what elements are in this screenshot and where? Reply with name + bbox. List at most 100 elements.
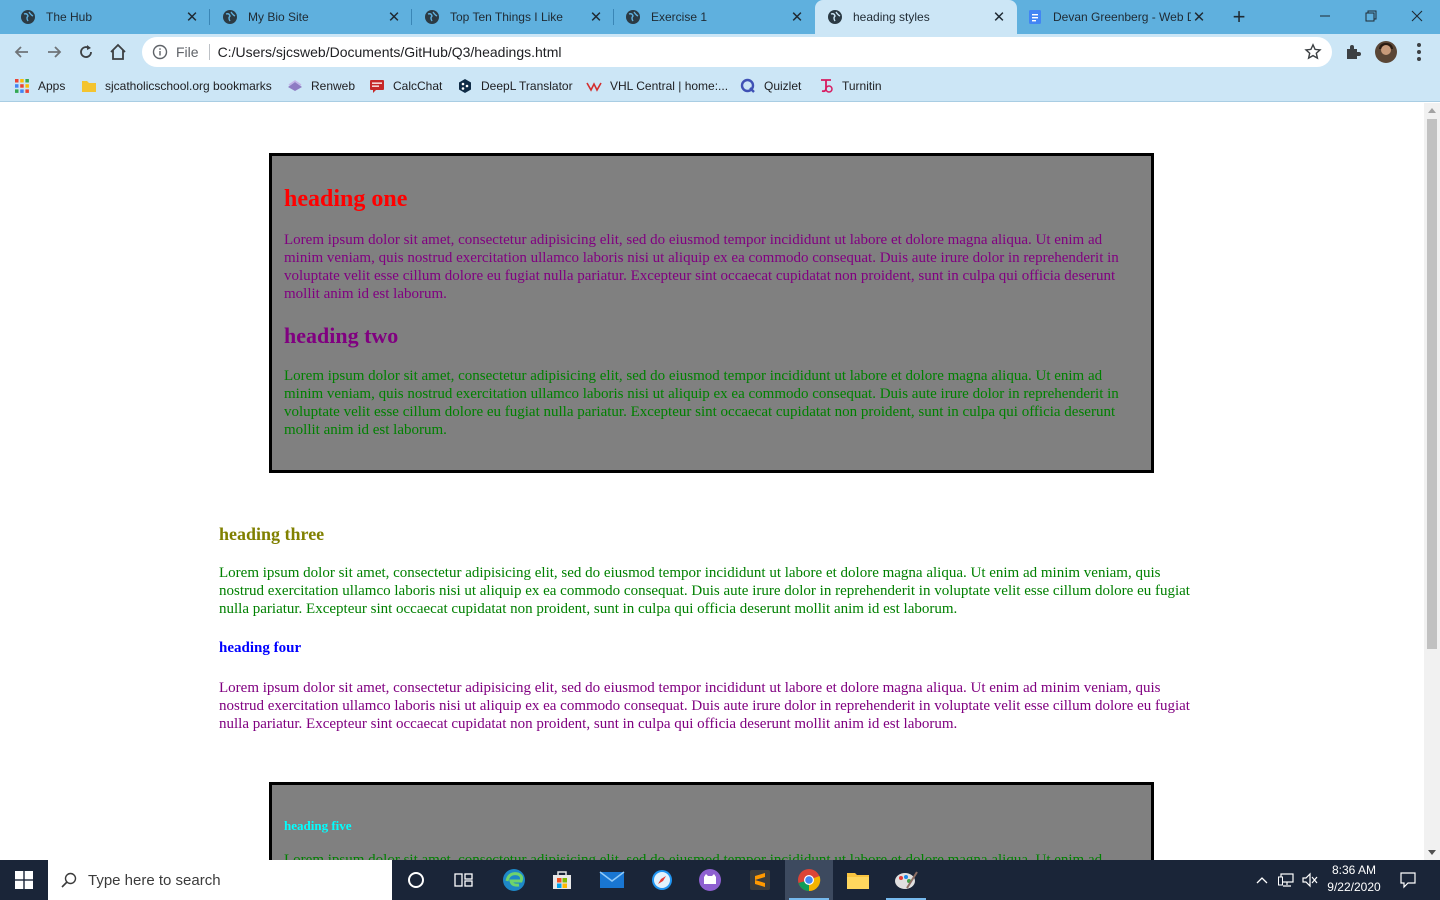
clock-date: 9/22/2020 [1327,880,1381,894]
paint-icon [895,871,918,889]
globe-icon [223,10,237,24]
reload-button[interactable] [72,38,100,66]
globe-icon [626,10,640,24]
file-explorer-icon [847,873,869,889]
scroll-up-arrow-icon[interactable] [1424,103,1440,117]
tab-devan-greenberg[interactable]: Devan Greenberg - Web D ✕ [1017,0,1217,34]
heading-five: heading five [284,818,352,833]
mail-icon [599,871,625,888]
close-icon[interactable]: ✕ [789,9,805,26]
chrome-app[interactable] [785,860,833,900]
close-window-button[interactable] [1394,0,1440,32]
scroll-down-arrow-icon[interactable] [1424,846,1440,860]
tray-overflow-button[interactable] [1252,860,1272,900]
paragraph-four: Lorem ipsum dolor sit amet, consectetur … [219,680,1190,732]
bookmark-deepl[interactable]: DeepL Translator [457,70,573,102]
minimize-button[interactable] [1302,0,1348,32]
task-view-button[interactable] [440,860,488,900]
file-explorer-app[interactable] [834,860,882,900]
paint-app[interactable] [882,860,930,900]
tab-heading-styles[interactable]: heading styles ✕ [815,0,1017,34]
paragraph-three: Lorem ipsum dolor sit amet, consectetur … [219,565,1190,617]
search-placeholder: Type here to search [88,871,221,889]
tab-title: Top Ten Things I Like [450,10,563,24]
bookmark-apps[interactable]: Apps [14,70,65,102]
safari-app[interactable] [638,860,686,900]
cortana-button[interactable] [392,860,440,900]
start-button[interactable] [0,860,48,900]
vhl-icon [586,82,602,92]
deepl-icon [459,79,471,93]
bookmark-star-icon[interactable] [1304,43,1322,61]
bookmark-renweb[interactable]: Renweb [287,70,355,102]
github-desktop-icon [699,869,721,891]
bookmark-turnitin[interactable]: Turnitin [818,70,882,102]
bookmark-label: Apps [38,79,66,93]
github-desktop-app[interactable] [686,860,734,900]
search-icon [61,872,77,888]
apps-grid-icon [15,79,29,93]
browser-menu-button[interactable] [1408,41,1430,63]
mail-app[interactable] [588,860,636,900]
sublime-text-app[interactable] [736,860,784,900]
tab-title: The Hub [46,10,93,24]
minimize-icon [1320,15,1330,17]
close-icon[interactable]: ✕ [386,9,402,26]
close-icon[interactable]: ✕ [588,9,604,26]
folder-icon [82,81,96,92]
bookmark-quizlet[interactable]: Quizlet [740,70,801,102]
tab-title: My Bio Site [248,10,309,24]
bookmark-label: sjcatholicschool.org bookmarks [105,79,272,93]
store-icon [553,871,571,889]
extensions-puzzle-icon[interactable] [1342,41,1364,63]
tab-my-bio-site[interactable]: My Bio Site ✕ [202,0,412,34]
clock-time: 8:36 AM [1331,863,1377,877]
styled-box-two: heading five Lorem ipsum dolor sit amet,… [269,782,1154,860]
task-view-icon [454,873,473,887]
taskbar-search-box[interactable]: Type here to search [48,860,392,900]
restore-icon [1365,10,1377,22]
heading-two: heading two [284,323,399,348]
back-button[interactable] [8,38,36,66]
close-icon[interactable]: ✕ [991,9,1007,26]
windows-logo-icon [15,871,33,889]
restore-button[interactable] [1348,0,1394,32]
windows-taskbar: Type here to search 8:36 AM 9/22/2020 [0,860,1440,900]
action-center-button[interactable] [1394,860,1422,900]
profile-avatar[interactable] [1375,41,1397,63]
page-viewport: heading one Lorem ipsum dolor sit amet, … [0,103,1424,860]
bookmark-sjcatholicschool[interactable]: sjcatholicschool.org bookmarks [81,70,272,102]
bookmark-label: Turnitin [842,79,882,93]
close-icon[interactable]: ✕ [184,9,200,26]
info-icon[interactable] [152,44,168,60]
tab-exercise-1[interactable]: Exercise 1 ✕ [605,0,815,34]
url-text[interactable]: C:/Users/sjcsweb/Documents/GitHub/Q3/hea… [218,44,562,60]
globe-icon [425,10,439,24]
scrollbar-thumb[interactable] [1427,119,1437,649]
paragraph-two: Lorem ipsum dolor sit amet, consectetur … [284,368,1119,438]
tab-the-hub[interactable]: The Hub ✕ [0,0,210,34]
tab-title: Exercise 1 [651,10,708,24]
network-button[interactable] [1276,860,1298,900]
tab-top-ten-things[interactable]: Top Ten Things I Like ✕ [404,0,614,34]
address-bar[interactable]: File C:/Users/sjcsweb/Documents/GitHub/Q… [142,37,1332,67]
close-icon[interactable]: ✕ [1191,9,1207,26]
bookmark-calcchat[interactable]: CalcChat [369,70,442,102]
renweb-icon [288,80,302,91]
new-tab-button[interactable]: + [1226,4,1252,29]
tab-title: heading styles [853,10,930,24]
vertical-scrollbar[interactable] [1424,103,1440,860]
network-icon [1278,873,1294,887]
store-app[interactable] [538,860,586,900]
reload-icon [80,45,92,58]
chrome-icon [798,869,821,892]
forward-button[interactable] [40,38,68,66]
paragraph-five: Lorem ipsum dolor sit amet, consectetur … [284,852,1103,860]
bookmark-vhl-central[interactable]: VHL Central | home:... [586,70,728,102]
sublime-text-icon [750,870,770,890]
edge-app[interactable] [490,860,538,900]
home-button[interactable] [104,38,132,66]
close-icon [1411,10,1423,22]
system-clock[interactable]: 8:36 AM 9/22/2020 [1318,862,1390,898]
browser-toolbar: File C:/Users/sjcsweb/Documents/GitHub/Q… [0,34,1440,70]
